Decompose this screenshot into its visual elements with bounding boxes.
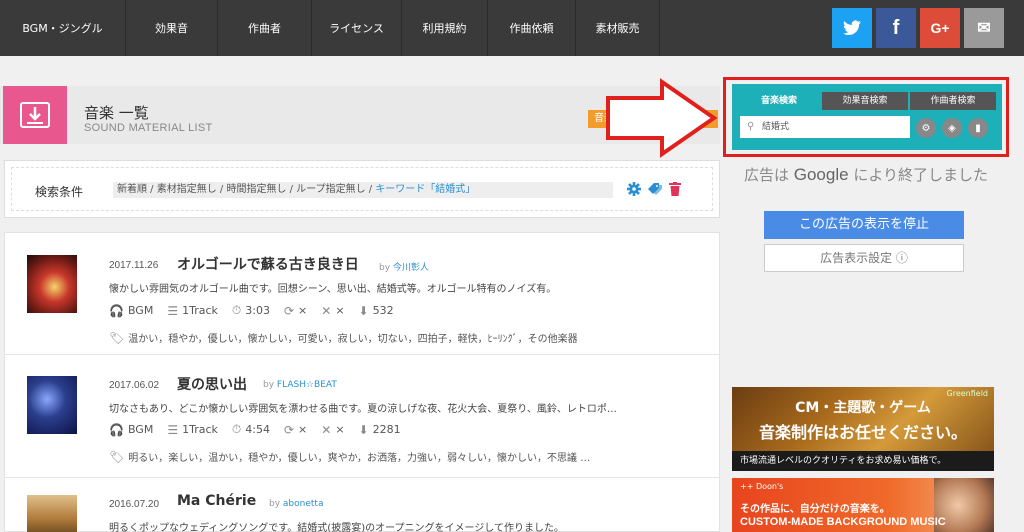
mail-icon[interactable]: ✉ bbox=[964, 8, 1004, 48]
banner1-line1: CM・主題歌・ゲーム bbox=[795, 400, 931, 416]
track-type: BGM bbox=[127, 423, 154, 436]
top-navigation: BGM・ジングル 効果音 作曲者 ライセンス 利用規約 作曲依頼 素材販売 f … bbox=[0, 0, 1024, 56]
track-tags: 🏷 明るい，楽しい，温かい，穏やか，優しい，爽やか，お洒落，力強い，弱々しい，懐か… bbox=[109, 449, 590, 464]
track-title[interactable]: Ma Chérie bbox=[177, 493, 256, 509]
highlight-box bbox=[723, 77, 1009, 157]
keyword-condition[interactable]: キーワード「結婚式」 bbox=[375, 184, 475, 195]
nav-item-terms[interactable]: 利用規約 bbox=[402, 0, 488, 56]
stop-ad-button[interactable]: この広告の表示を停止 bbox=[764, 211, 964, 239]
list-icon: ☰ bbox=[167, 303, 179, 318]
twitter-icon[interactable] bbox=[832, 8, 872, 48]
ad-settings-button[interactable]: 広告表示設定 ⓘ bbox=[764, 244, 964, 272]
pointer-arrow-icon bbox=[606, 78, 718, 158]
track-thumbnail[interactable] bbox=[27, 376, 77, 434]
track-title[interactable]: 夏の思い出 bbox=[177, 374, 247, 394]
ad-ended-text-1: 広告は bbox=[743, 166, 789, 184]
nav-item-sound-effects[interactable]: 効果音 bbox=[126, 0, 218, 56]
download-icon: ⬇ bbox=[358, 303, 369, 318]
nav-item-license[interactable]: ライセンス bbox=[312, 0, 402, 56]
banner1-line2: 音楽制作はお任せください。 bbox=[758, 423, 967, 442]
track-downloads: 532 bbox=[372, 304, 394, 317]
track-date: 2017.11.26 bbox=[109, 260, 159, 271]
search-conditions: 検索条件 新着順 / 素材指定無し / 時間指定無し / ループ指定無し / キ… bbox=[4, 160, 720, 218]
search-conditions-actions bbox=[627, 181, 681, 200]
track-author[interactable]: FLASH☆BEAT bbox=[277, 380, 337, 390]
list-icon: ☰ bbox=[167, 422, 179, 437]
track-tools: × bbox=[335, 304, 345, 317]
search-conditions-label: 検索条件 bbox=[35, 185, 84, 199]
ad-ended-message: 広告は Google により終了しました bbox=[738, 164, 994, 186]
ad-banner-custom-music[interactable]: ++ Doon's その作品に、自分だけの音楽を。 CUSTOM-MADE BA… bbox=[732, 478, 994, 532]
tools-icon: ✕ bbox=[321, 422, 332, 437]
google-label: Google bbox=[793, 165, 849, 184]
track-description: 懐かしい雰囲気のオルゴール曲です。回想シーン、思い出、結婚式等。オルゴール特有の… bbox=[109, 284, 557, 295]
track-loop: × bbox=[298, 423, 308, 436]
track-tags-text: 温かい，穏やか，優しい，懐かしい，可愛い，寂しい，切ない，四拍子，軽快，ﾋｰﾘﾝ… bbox=[128, 334, 578, 345]
track-downloads: 2281 bbox=[372, 423, 401, 436]
page-title: 音楽 一覧 bbox=[84, 104, 149, 122]
track-type: BGM bbox=[127, 304, 154, 317]
doons-logo: ++ Doon's bbox=[740, 482, 784, 491]
track-meta: 🎧 BGM ☰ 1Track ⏱ 3:03 ⟳ × ✕ × ⬇ 532 bbox=[109, 303, 398, 318]
track-tags-text: 明るい，楽しい，温かい，穏やか，優しい，爽やか，お洒落，力強い，弱々しい，懐かし… bbox=[128, 453, 591, 464]
conditions-text: 新着順 / 素材指定無し / 時間指定無し / ループ指定無し / bbox=[117, 184, 376, 195]
by-label: by bbox=[263, 380, 275, 390]
by-label: by bbox=[269, 499, 281, 509]
timer-icon: ⏱ bbox=[231, 422, 242, 436]
track-thumbnail[interactable] bbox=[27, 255, 77, 313]
track-tools: × bbox=[335, 423, 345, 436]
track-count: 1Track bbox=[182, 304, 218, 317]
track-meta: 🎧 BGM ☰ 1Track ⏱ 4:54 ⟳ × ✕ × ⬇ 2281 bbox=[109, 422, 405, 437]
download-logo-icon bbox=[3, 86, 67, 144]
tag-icon: 🏷 bbox=[109, 331, 125, 345]
list-item: 2017.06.02 夏の思い出 by FLASH☆BEAT 切なさもあり、どこ… bbox=[5, 356, 719, 478]
timer-icon: ⏱ bbox=[231, 303, 242, 317]
googleplus-icon[interactable]: G+ bbox=[920, 8, 960, 48]
banner2-line2: CUSTOM-MADE BACKGROUND MUSIC bbox=[740, 516, 946, 528]
tag-icon[interactable] bbox=[647, 181, 663, 200]
headphones-icon: 🎧 bbox=[109, 422, 124, 437]
track-duration: 3:03 bbox=[245, 304, 270, 317]
page-subtitle: SOUND MATERIAL LIST bbox=[84, 122, 213, 134]
tag-icon: 🏷 bbox=[109, 450, 125, 464]
track-date: 2016.07.20 bbox=[109, 499, 160, 510]
track-byline: by FLASH☆BEAT bbox=[263, 380, 337, 390]
track-loop: × bbox=[298, 304, 308, 317]
nav-item-composers[interactable]: 作曲者 bbox=[218, 0, 312, 56]
track-list: 2017.11.26 オルゴールで蘇る古き良き日 by 今川彰人 懐かしい雰囲気… bbox=[4, 232, 720, 532]
track-description: 切なさもあり、どこか懐かしい雰囲気を漂わせる曲です。夏の涼しげな夜、花火大会、夏… bbox=[109, 404, 617, 415]
ad-ended-text-2: により終了しました bbox=[853, 166, 989, 184]
ad-banner-music-production[interactable]: Greenfield CM・主題歌・ゲーム 音楽制作はお任せください。 市場流通… bbox=[732, 387, 994, 471]
tools-icon: ✕ bbox=[321, 303, 332, 318]
headphones-icon: 🎧 bbox=[109, 303, 124, 318]
search-conditions-chips: 新着順 / 素材指定無し / 時間指定無し / ループ指定無し / キーワード「… bbox=[113, 182, 613, 198]
track-title[interactable]: オルゴールで蘇る古き良き日 bbox=[177, 254, 359, 274]
facebook-icon[interactable]: f bbox=[876, 8, 916, 48]
track-count: 1Track bbox=[182, 423, 218, 436]
nav-items: BGM・ジングル 効果音 作曲者 ライセンス 利用規約 作曲依頼 素材販売 bbox=[0, 0, 660, 56]
gear-icon[interactable] bbox=[627, 181, 641, 200]
banner1-line3: 市場流通レベルのクオリティをお求め易い価格で。 bbox=[732, 451, 994, 471]
track-tags: 🏷 温かい，穏やか，優しい，懐かしい，可愛い，寂しい，切ない，四拍子，軽快，ﾋｰﾘ… bbox=[109, 330, 578, 345]
track-thumbnail[interactable] bbox=[27, 495, 77, 532]
track-date: 2017.06.02 bbox=[109, 380, 160, 391]
nav-item-bgm[interactable]: BGM・ジングル bbox=[0, 0, 126, 56]
nav-item-commission[interactable]: 作曲依頼 bbox=[488, 0, 576, 56]
track-description: 明るくポップなウェディングソングです。結婚式(披露宴)のオープニングをイメージし… bbox=[109, 523, 565, 532]
track-author[interactable]: 今川彰人 bbox=[393, 263, 429, 273]
download-icon: ⬇ bbox=[358, 422, 369, 437]
track-byline: by abonetta bbox=[269, 499, 323, 509]
track-duration: 4:54 bbox=[245, 423, 270, 436]
loop-icon: ⟳ bbox=[283, 303, 295, 318]
track-byline: by 今川彰人 bbox=[379, 260, 429, 273]
by-label: by bbox=[379, 263, 391, 273]
list-item: 2016.07.20 Ma Chérie by abonetta 明るくポップな… bbox=[5, 479, 719, 532]
loop-icon: ⟳ bbox=[283, 422, 295, 437]
nav-item-material-sales[interactable]: 素材販売 bbox=[576, 0, 660, 56]
trash-icon[interactable] bbox=[669, 181, 681, 200]
track-author[interactable]: abonetta bbox=[283, 499, 324, 509]
banner2-line1: その作品に、自分だけの音楽を。 bbox=[740, 504, 890, 515]
list-item: 2017.11.26 オルゴールで蘇る古き良き日 by 今川彰人 懐かしい雰囲気… bbox=[5, 233, 719, 355]
